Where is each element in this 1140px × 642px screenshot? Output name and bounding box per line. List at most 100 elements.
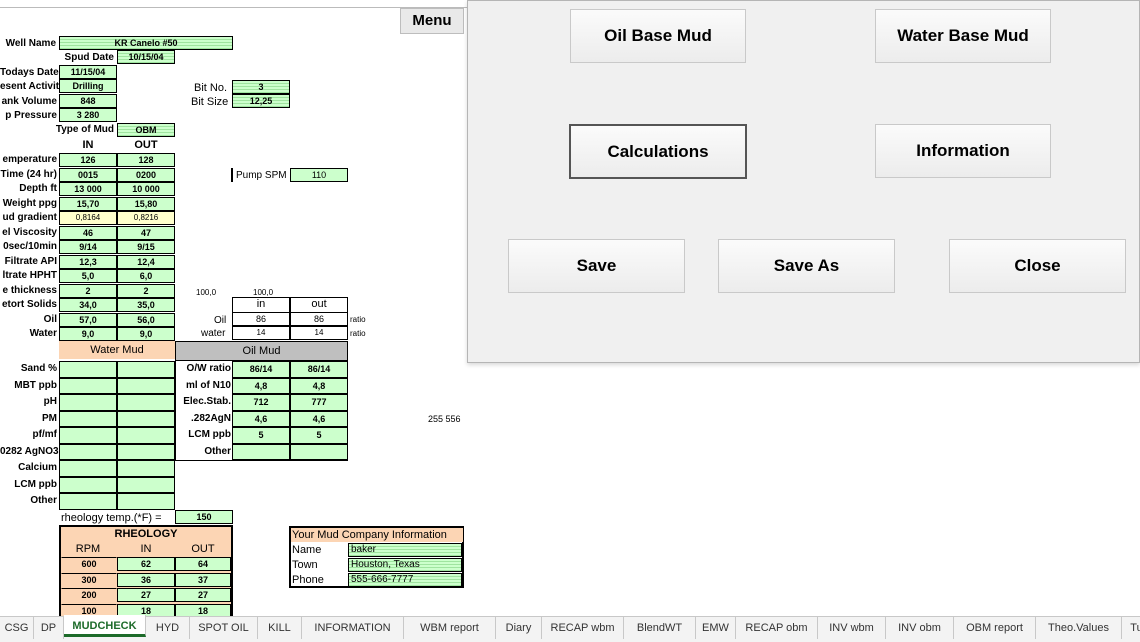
mudcheck-row-label: emperature xyxy=(2,154,57,165)
mudcheck-out-cell[interactable]: 10 000 xyxy=(117,182,175,196)
sheet-tab-blendwt[interactable]: BlendWT xyxy=(624,617,696,639)
todays-date-cell[interactable]: 11/15/04 xyxy=(59,65,117,79)
bit-size-cell[interactable]: 12,25 xyxy=(232,94,290,108)
mudcheck-out-cell[interactable]: 47 xyxy=(117,225,175,240)
mudcheck-out-cell[interactable]: 56,0 xyxy=(117,312,175,327)
water-mud-out-cell[interactable] xyxy=(117,460,175,477)
mudcheck-row-label: ud gradient xyxy=(2,212,57,223)
water-mud-in-cell[interactable] xyxy=(59,361,117,378)
water-mud-out-cell[interactable] xyxy=(117,443,175,460)
mudcheck-in-cell[interactable]: 126 xyxy=(59,153,117,167)
mudcheck-in-cell[interactable]: 46 xyxy=(59,225,117,240)
mudcheck-in-cell[interactable]: 57,0 xyxy=(59,312,117,327)
rheology-out-cell[interactable]: 37 xyxy=(175,572,231,587)
mudcheck-in-cell[interactable]: 5,0 xyxy=(59,269,117,283)
rheology-out-cell[interactable]: 64 xyxy=(175,557,231,571)
sheet-tab-hyd[interactable]: HYD xyxy=(146,617,190,639)
rheology-temp-cell[interactable]: 150 xyxy=(175,510,233,524)
mudcheck-in-cell[interactable]: 9/14 xyxy=(59,240,117,254)
pump-spm-cell[interactable]: 110 xyxy=(290,168,348,182)
water-mud-out-cell[interactable] xyxy=(117,493,175,510)
mudcheck-in-cell[interactable]: 2 xyxy=(59,283,117,298)
water-mud-in-cell[interactable] xyxy=(59,476,117,493)
sheet-tab-dp[interactable]: DP xyxy=(34,617,64,639)
water-mud-in-cell[interactable] xyxy=(59,394,117,411)
oil-mud-header: Oil Mud xyxy=(175,341,348,361)
water-mud-out-cell[interactable] xyxy=(117,361,175,378)
water-mud-in-cell[interactable] xyxy=(59,493,117,510)
mudcheck-out-cell[interactable]: 0200 xyxy=(117,167,175,182)
sheet-tab-spot-oil[interactable]: SPOT OIL xyxy=(190,617,258,639)
company-name-cell[interactable]: baker xyxy=(348,543,462,557)
type-of-mud-cell[interactable]: OBM xyxy=(117,123,175,137)
water-mud-in-cell[interactable] xyxy=(59,460,117,477)
company-phone-cell[interactable]: 555-666-7777 xyxy=(348,573,462,587)
rheology-in-cell[interactable]: 27 xyxy=(117,588,175,602)
rheology-in-cell[interactable]: 62 xyxy=(117,557,175,571)
company-town-cell[interactable]: Houston, Texas xyxy=(348,558,462,572)
sheet-tab-recap-obm[interactable]: RECAP obm xyxy=(736,617,818,639)
mudcheck-in-cell[interactable]: 13 000 xyxy=(59,182,117,196)
water-mud-out-cell[interactable] xyxy=(117,377,175,394)
rheology-out-cell[interactable]: 27 xyxy=(175,588,231,602)
oil-base-mud-button[interactable]: Oil Base Mud xyxy=(570,9,746,63)
pump-pressure-cell[interactable]: 3 280 xyxy=(59,108,117,122)
water-mud-out-cell[interactable] xyxy=(117,476,175,493)
sheet-tab-obm-report[interactable]: OBM report xyxy=(954,617,1036,639)
ratio-water-in: 14 xyxy=(232,326,290,340)
mudcheck-row-label: Time (24 hr) xyxy=(0,168,58,180)
sheet-tab-information[interactable]: INFORMATION xyxy=(302,617,404,639)
water-mud-out-cell[interactable] xyxy=(117,410,175,427)
sheet-tab-inv-wbm[interactable]: INV wbm xyxy=(818,617,886,639)
tank-volume-cell[interactable]: 848 xyxy=(59,94,117,108)
sheet-tab-emw[interactable]: EMW xyxy=(696,617,736,639)
menu-button[interactable]: Menu xyxy=(400,8,464,34)
water-mud-row-label: LCM ppb xyxy=(14,478,57,490)
mudcheck-in-cell[interactable]: 12,3 xyxy=(59,254,117,269)
mudcheck-in-cell[interactable]: 0,8164 xyxy=(59,211,117,225)
save-button[interactable]: Save xyxy=(508,239,685,293)
sheet-tab-tu[interactable]: Tu xyxy=(1122,617,1140,639)
ratio-top-a: 100,0 xyxy=(196,288,217,297)
mudcheck-out-cell[interactable]: 2 xyxy=(117,283,175,298)
sheet-tab-theo-values[interactable]: Theo.Values xyxy=(1036,617,1122,639)
bit-no-cell[interactable]: 3 xyxy=(232,80,290,94)
ratio-in-header: in xyxy=(232,297,290,313)
sheet-tab-mudcheck[interactable]: MUDCHECK xyxy=(64,615,146,637)
mudcheck-out-cell[interactable]: 128 xyxy=(117,153,175,167)
water-mud-out-cell[interactable] xyxy=(117,394,175,411)
close-button[interactable]: Close xyxy=(949,239,1126,293)
mudcheck-in-cell[interactable]: 0015 xyxy=(59,167,117,182)
mudcheck-out-cell[interactable]: 35,0 xyxy=(117,298,175,312)
sheet-tab-kill[interactable]: KILL xyxy=(258,617,302,639)
mudcheck-in-cell[interactable]: 9,0 xyxy=(59,327,117,341)
water-mud-out-cell[interactable] xyxy=(117,427,175,444)
mudcheck-out-cell[interactable]: 9/15 xyxy=(117,240,175,254)
oil-mud-border xyxy=(175,360,348,461)
rheology-in-cell[interactable]: 36 xyxy=(117,572,175,587)
mudcheck-in-cell[interactable]: 34,0 xyxy=(59,298,117,312)
present-activity-cell[interactable]: Drilling xyxy=(59,79,117,93)
mudcheck-in-cell[interactable]: 15,70 xyxy=(59,196,117,211)
mudcheck-out-cell[interactable]: 15,80 xyxy=(117,196,175,211)
sheet-tab-csg[interactable]: CSG xyxy=(0,617,34,639)
water-base-mud-button[interactable]: Water Base Mud xyxy=(875,9,1051,63)
information-button[interactable]: Information xyxy=(875,124,1051,178)
mudcheck-out-cell[interactable]: 12,4 xyxy=(117,254,175,269)
sheet-tab-diary[interactable]: Diary xyxy=(496,617,542,639)
ratio-top-b: 100,0 xyxy=(253,288,274,297)
water-mud-in-cell[interactable] xyxy=(59,377,117,394)
mudcheck-out-cell[interactable]: 9,0 xyxy=(117,327,175,341)
sheet-tab-recap-wbm[interactable]: RECAP wbm xyxy=(542,617,624,639)
water-mud-in-cell[interactable] xyxy=(59,427,117,444)
sheet-tab-inv-obm[interactable]: INV obm xyxy=(886,617,954,639)
save-as-button[interactable]: Save As xyxy=(718,239,895,293)
water-mud-in-cell[interactable] xyxy=(59,443,117,460)
spud-date-cell[interactable]: 10/15/04 xyxy=(117,50,175,64)
mudcheck-out-cell[interactable]: 0,8216 xyxy=(117,211,175,225)
calculations-button[interactable]: Calculations xyxy=(569,124,747,179)
well-name-cell[interactable]: KR Canelo #50 xyxy=(59,36,233,50)
sheet-tab-wbm-report[interactable]: WBM report xyxy=(404,617,496,639)
water-mud-in-cell[interactable] xyxy=(59,410,117,427)
mudcheck-out-cell[interactable]: 6,0 xyxy=(117,269,175,283)
